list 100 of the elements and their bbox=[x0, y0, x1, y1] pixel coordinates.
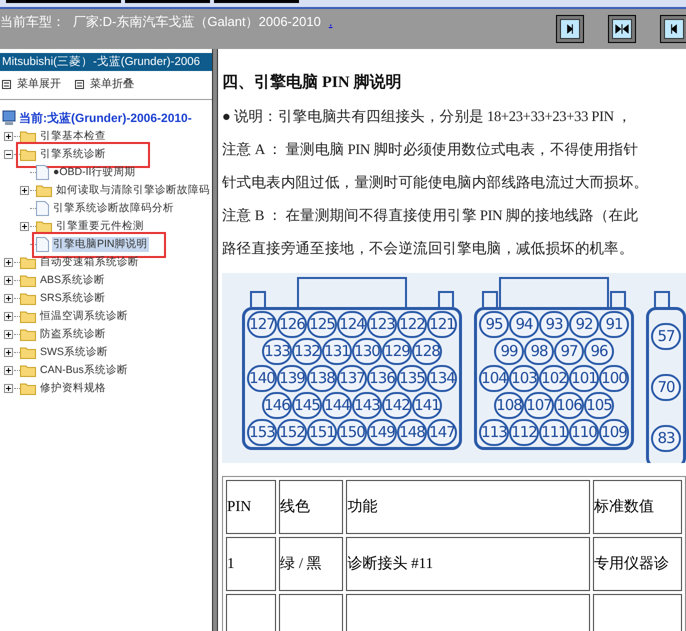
pin-number: 143 bbox=[352, 392, 382, 419]
pin-number: 123 bbox=[367, 311, 397, 338]
menu-button[interactable]: 菜单折叠 bbox=[75, 76, 134, 92]
folder-icon bbox=[20, 274, 36, 287]
tree-item[interactable]: SRS系统诊断 bbox=[39, 290, 107, 306]
pin-number: 136 bbox=[367, 365, 397, 392]
pin-number: 57 bbox=[651, 323, 681, 350]
panel-toggle-button[interactable] bbox=[608, 15, 636, 43]
document-icon bbox=[36, 237, 49, 252]
folder-icon bbox=[20, 364, 36, 377]
panel-toggle-button[interactable] bbox=[660, 15, 686, 43]
table-header-cell: 线色 bbox=[279, 480, 344, 534]
pin-number: 111 bbox=[539, 419, 569, 446]
pin-number: 127 bbox=[247, 311, 277, 338]
table-header-cell: PIN bbox=[226, 480, 276, 534]
pin-number: 99 bbox=[494, 338, 524, 365]
pin-number: 147 bbox=[427, 419, 457, 446]
folder-icon bbox=[36, 184, 52, 197]
tree-item[interactable]: ABS系统诊断 bbox=[39, 272, 106, 288]
table-header-cell: 功能 bbox=[346, 480, 590, 534]
folder-icon bbox=[36, 220, 52, 233]
pin-number: 95 bbox=[479, 311, 509, 338]
pin-number: 149 bbox=[367, 419, 397, 446]
expand-icon[interactable] bbox=[4, 330, 12, 339]
expand-icon[interactable] bbox=[20, 222, 28, 231]
pin-number: 137 bbox=[337, 365, 367, 392]
pin-number: 121 bbox=[427, 311, 457, 338]
pin-number: 94 bbox=[509, 311, 539, 338]
pin-number: 151 bbox=[307, 419, 337, 446]
table-header-cell: 标准数值 bbox=[592, 480, 682, 534]
tree-item[interactable]: 引擎重要元件检测 bbox=[55, 218, 145, 234]
pin-number: 140 bbox=[247, 365, 277, 392]
pin-number: 146 bbox=[262, 392, 292, 419]
expand-icon[interactable] bbox=[20, 186, 28, 195]
pin-number: 70 bbox=[651, 374, 681, 401]
tree-item[interactable]: 防盗系统诊断 bbox=[39, 326, 107, 342]
splitter[interactable] bbox=[212, 49, 218, 631]
menu-button[interactable]: 菜单展开 bbox=[2, 76, 61, 92]
tree-item[interactable]: ●OBD-II行驶周期 bbox=[52, 164, 136, 180]
folder-icon bbox=[20, 256, 36, 269]
tree-item[interactable]: 引擎系统诊断故障码分析 bbox=[52, 200, 175, 216]
paragraph: 路径直接旁通至接地，不会逆流回引擎电脑，减低损坏的机率。 bbox=[222, 240, 635, 259]
table-cell: 1 bbox=[226, 537, 276, 591]
tree-item[interactable]: 引擎电脑PIN脚说明 bbox=[52, 236, 149, 252]
pin-number: 112 bbox=[509, 419, 539, 446]
pin-number: 150 bbox=[337, 419, 367, 446]
pin-number: 107 bbox=[524, 392, 554, 419]
tree-item[interactable]: 自动变速箱系统诊断 bbox=[39, 254, 140, 270]
expand-icon[interactable] bbox=[4, 348, 12, 357]
pin-number: 83 bbox=[651, 425, 681, 452]
tree-item[interactable]: 如何读取与清除引擎诊断故障码 bbox=[55, 182, 211, 198]
expand-icon[interactable] bbox=[4, 312, 12, 321]
expand-icon[interactable] bbox=[4, 384, 12, 393]
pin-number: 124 bbox=[337, 311, 367, 338]
pin-number: 134 bbox=[427, 365, 457, 392]
pin-number: 142 bbox=[382, 392, 412, 419]
folder-icon bbox=[20, 346, 36, 359]
table-cell: 诊断接头 #11 bbox=[346, 537, 590, 591]
paragraph: ● 说明：引擎电脑共有四组接头，分别是 18+23+33+23+33 PIN ， bbox=[222, 108, 633, 127]
pin-number: 97 bbox=[554, 338, 584, 365]
pin-number: 148 bbox=[397, 419, 427, 446]
pin-number: 126 bbox=[277, 311, 307, 338]
folder-icon bbox=[20, 310, 36, 323]
pin-number: 100 bbox=[599, 365, 629, 392]
tree-item[interactable]: 修护资料规格 bbox=[39, 380, 107, 396]
tree-item[interactable]: 引擎系统诊断 bbox=[39, 146, 107, 162]
tree-item[interactable]: 引擎基本检查 bbox=[39, 128, 107, 144]
pin-number: 141 bbox=[412, 392, 442, 419]
expand-icon[interactable] bbox=[4, 132, 12, 141]
pin-number: 133 bbox=[262, 338, 292, 365]
tree-item[interactable]: SWS系统诊断 bbox=[39, 344, 109, 360]
collapse-icon[interactable] bbox=[4, 150, 12, 159]
section-heading: 四、引擎电脑 PIN 脚说明 bbox=[222, 72, 403, 93]
pin-number: 122 bbox=[397, 311, 427, 338]
pin-number: 110 bbox=[569, 419, 599, 446]
pin-number: 144 bbox=[322, 392, 352, 419]
pin-number: 109 bbox=[599, 419, 629, 446]
expand-icon[interactable] bbox=[4, 276, 12, 285]
pin-number: 104 bbox=[479, 365, 509, 392]
pin-number: 101 bbox=[569, 365, 599, 392]
pin-number: 96 bbox=[584, 338, 614, 365]
expand-icon[interactable] bbox=[4, 294, 12, 303]
expand-icon[interactable] bbox=[4, 258, 12, 267]
pin-number: 153 bbox=[247, 419, 277, 446]
tree-root[interactable]: 当前:戈蓝(Grunder)-2006-2010- bbox=[19, 108, 192, 126]
pin-number: 132 bbox=[292, 338, 322, 365]
table-cell: 专用仪器诊 bbox=[592, 537, 682, 591]
pin-number: 128 bbox=[412, 338, 442, 365]
pin-number: 92 bbox=[569, 311, 599, 338]
expand-icon[interactable] bbox=[4, 366, 12, 375]
tree-item[interactable]: 恒温空调系统诊断 bbox=[39, 308, 129, 324]
pin-number: 93 bbox=[539, 311, 569, 338]
tree-item[interactable]: CAN-Bus系统诊断 bbox=[39, 362, 129, 378]
pin-number: 102 bbox=[539, 365, 569, 392]
pin-number: 108 bbox=[494, 392, 524, 419]
document-icon bbox=[36, 201, 49, 216]
paragraph: 注意 B ： 在量测期间不得直接使用引擎 PIN 脚的接地线路（在此 bbox=[222, 207, 639, 226]
folder-icon bbox=[20, 292, 36, 305]
panel-toggle-button[interactable] bbox=[556, 15, 584, 43]
paragraph: 针式电表内阻过低，量测时可能使电脑内部线路电流过大而损坏。 bbox=[222, 174, 650, 193]
